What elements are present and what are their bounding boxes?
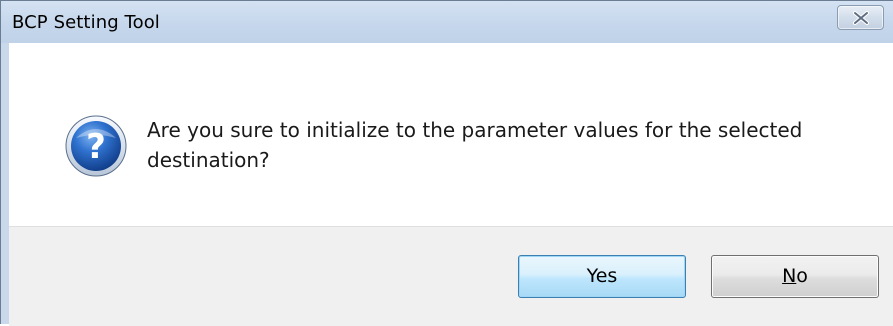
title-bar[interactable]: BCP Setting Tool: [1, 1, 893, 43]
close-icon: [853, 11, 869, 25]
yes-button-label: Yes: [586, 265, 618, 287]
dialog-window: BCP Setting Tool ? Are you sure to initi…: [0, 0, 893, 326]
dialog-body: ? Are you sure to initialize to the para…: [9, 43, 893, 326]
yes-button[interactable]: Yes: [518, 255, 686, 298]
svg-text:?: ?: [86, 127, 106, 167]
question-icon: ?: [65, 115, 127, 177]
window-title: BCP Setting Tool: [12, 12, 160, 33]
close-button[interactable]: [837, 5, 884, 30]
button-bar: Yes No: [9, 226, 893, 326]
no-button-label: o: [796, 265, 808, 287]
message-area: ? Are you sure to initialize to the para…: [9, 43, 893, 226]
no-button[interactable]: No: [711, 255, 879, 298]
no-button-mnemonic: N: [782, 265, 797, 287]
message-text: Are you sure to initialize to the parame…: [147, 118, 803, 172]
